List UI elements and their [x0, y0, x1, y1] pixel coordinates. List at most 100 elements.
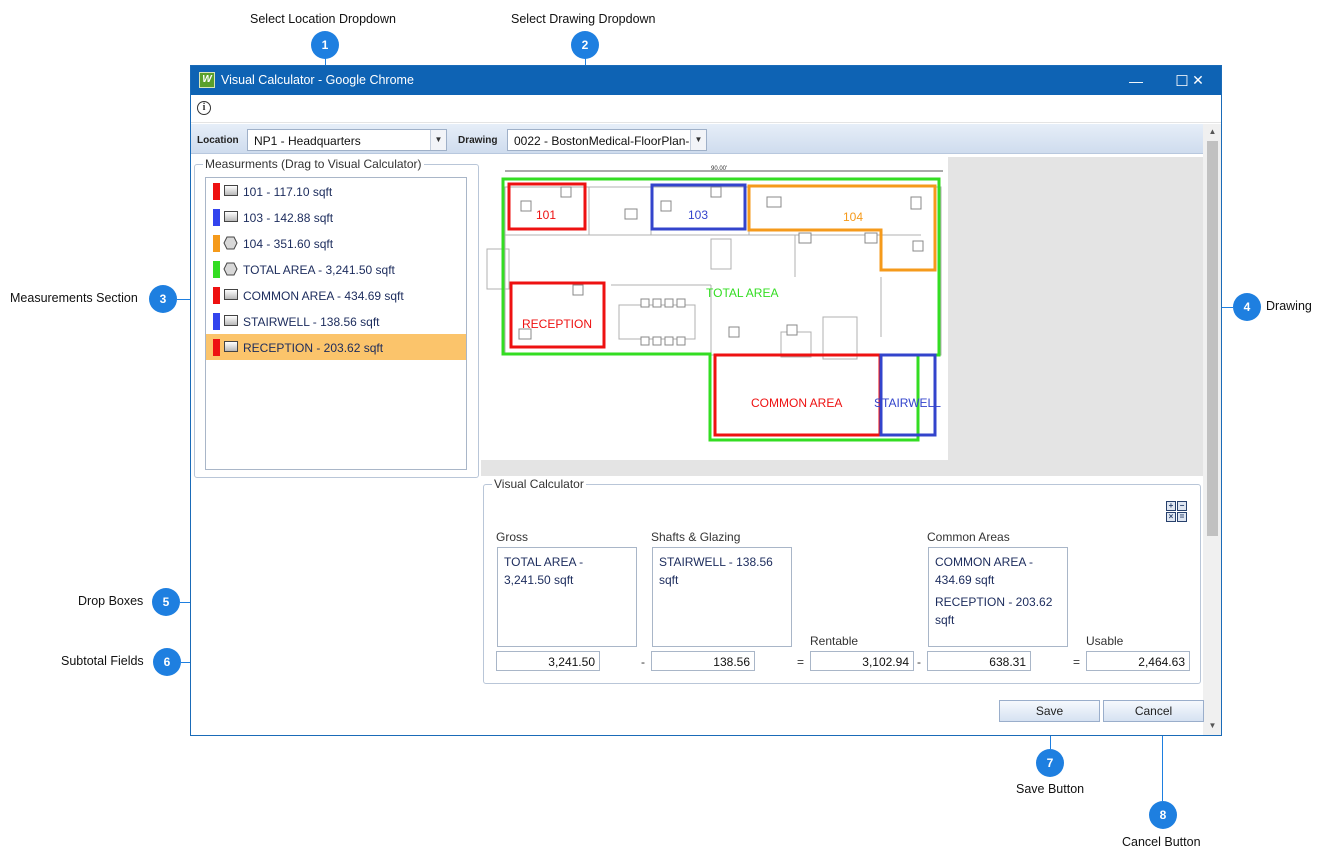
plus-icon[interactable]: + — [1166, 501, 1176, 511]
equals-operator: = — [797, 655, 805, 669]
location-label: Location — [197, 135, 239, 146]
measurement-label: RECEPTION - 203.62 sqft — [243, 341, 384, 355]
measurement-label: COMMON AREA - 434.69 sqft — [243, 289, 404, 303]
measurement-item[interactable]: TOTAL AREA - 3,241.50 sqft — [206, 256, 466, 282]
drawing-background — [948, 157, 1203, 460]
floor-plan-svg: 90.00' TOTAL AREA 101 103 104 RECEPTION … — [486, 166, 943, 442]
common-areas-label: Common Areas — [927, 530, 1010, 544]
callout-8-label: Cancel Button — [1122, 835, 1201, 849]
total-area-label: TOTAL AREA — [706, 286, 778, 300]
color-swatch — [213, 339, 220, 356]
callout-1-label: Select Location Dropdown — [250, 12, 396, 26]
measurements-list: 101 - 117.10 sqft 103 - 142.88 sqft 104 - … — [205, 177, 467, 470]
location-value: NP1 - Headquarters — [254, 134, 361, 148]
measurements-section: Measurments (Drag to Visual Calculator) … — [194, 157, 479, 478]
equals-icon[interactable]: = — [1177, 512, 1187, 522]
common-area-label: COMMON AREA — [751, 396, 842, 410]
minus-operator: - — [917, 655, 921, 669]
measurement-label: 103 - 142.88 sqft — [243, 211, 334, 225]
measurement-label: TOTAL AREA - 3,241.50 sqft — [243, 263, 395, 277]
multiply-icon[interactable]: × — [1166, 512, 1176, 522]
gross-drop-box[interactable]: TOTAL AREA - 3,241.50 sqft — [497, 547, 637, 647]
save-button[interactable]: Save — [999, 700, 1100, 722]
scroll-up-icon[interactable]: ▲ — [1203, 124, 1221, 140]
callout-6-label: Subtotal Fields — [61, 654, 144, 668]
room-104-label: 104 — [843, 210, 863, 224]
callout-1-badge: 1 — [311, 31, 339, 59]
room-101-outline — [507, 182, 587, 231]
drawing-dropdown[interactable]: 0022 - BostonMedical-FloorPlan- ▼ — [507, 129, 707, 151]
callout-3-label: Measurements Section — [10, 291, 138, 305]
measurement-item[interactable]: RECEPTION - 203.62 sqft — [206, 334, 466, 360]
cancel-button[interactable]: Cancel — [1103, 700, 1204, 722]
callout-4-label: Drawing — [1266, 299, 1312, 313]
title-bar[interactable]: W Visual Calculator - Google Chrome — ☐ … — [191, 66, 1221, 95]
rentable-field[interactable]: 3,102.94 — [810, 651, 914, 671]
stairwell-label: STAIRWELL — [874, 396, 941, 410]
measurement-label: 104 - 351.60 sqft — [243, 237, 334, 251]
drop-item[interactable]: COMMON AREA - 434.69 sqft — [935, 553, 1061, 589]
info-icon[interactable]: i — [197, 101, 211, 115]
shafts-glazing-label: Shafts & Glazing — [651, 530, 741, 544]
vertical-scrollbar[interactable]: ▲ ▼ — [1203, 124, 1221, 735]
window-title: Visual Calculator - Google Chrome — [221, 73, 414, 87]
polygon-shape-icon — [223, 236, 238, 250]
measurement-item[interactable]: 103 - 142.88 sqft — [206, 204, 466, 230]
rectangle-shape-icon — [224, 185, 238, 196]
location-dropdown[interactable]: NP1 - Headquarters ▼ — [247, 129, 447, 151]
measurement-item[interactable]: 101 - 117.10 sqft — [206, 178, 466, 204]
color-swatch — [213, 261, 220, 278]
measurement-item[interactable]: COMMON AREA - 434.69 sqft — [206, 282, 466, 308]
measurement-item[interactable]: 104 - 351.60 sqft — [206, 230, 466, 256]
measurement-label: 101 - 117.10 sqft — [243, 185, 333, 199]
visual-calculator-title: Visual Calculator — [492, 477, 586, 491]
rectangle-shape-icon — [224, 289, 238, 300]
visual-calculator-window: W Visual Calculator - Google Chrome — ☐ … — [190, 65, 1222, 736]
chevron-down-icon[interactable]: ▼ — [690, 130, 706, 150]
shafts-drop-box[interactable]: STAIRWELL - 138.56 sqft — [652, 547, 792, 647]
callout-4-badge: 4 — [1233, 293, 1261, 321]
callout-6-badge: 6 — [153, 648, 181, 676]
common-area-outline — [713, 353, 882, 437]
measurement-item[interactable]: STAIRWELL - 138.56 sqft — [206, 308, 466, 334]
rentable-label: Rentable — [810, 634, 859, 648]
shafts-subtotal-field[interactable]: 138.56 — [651, 651, 755, 671]
measurements-title: Measurments (Drag to Visual Calculator) — [203, 157, 424, 171]
usable-label: Usable — [1086, 634, 1124, 648]
measurement-label: STAIRWELL - 138.56 sqft — [243, 315, 380, 329]
common-areas-drop-box[interactable]: COMMON AREA - 434.69 sqft RECEPTION - 20… — [928, 547, 1068, 647]
equals-operator: = — [1073, 655, 1081, 669]
app-logo-icon: W — [199, 72, 215, 88]
callout-5-label: Drop Boxes — [78, 594, 144, 608]
rectangle-shape-icon — [224, 341, 238, 352]
usable-field[interactable]: 2,464.63 — [1086, 651, 1190, 671]
selection-toolbar: Location NP1 - Headquarters ▼ Drawing 00… — [191, 124, 1203, 154]
dimension-label: 90.00' — [711, 166, 727, 172]
callout-5-badge: 5 — [152, 588, 180, 616]
gross-subtotal-field[interactable]: 3,241.50 — [496, 651, 600, 671]
room-101-label: 101 — [536, 208, 556, 222]
callout-7-label: Save Button — [1016, 782, 1085, 796]
polygon-shape-icon — [223, 262, 238, 276]
minus-operator: - — [641, 655, 645, 669]
drawing-background-bottom — [481, 460, 1203, 476]
callout-2-label: Select Drawing Dropdown — [511, 12, 656, 26]
minus-icon[interactable]: − — [1177, 501, 1187, 511]
rectangle-shape-icon — [224, 315, 238, 326]
drop-item[interactable]: TOTAL AREA - 3,241.50 sqft — [504, 553, 630, 589]
color-swatch — [213, 313, 220, 330]
scroll-down-icon[interactable]: ▼ — [1203, 718, 1221, 734]
color-swatch — [213, 287, 220, 304]
chevron-down-icon[interactable]: ▼ — [430, 130, 446, 150]
room-103-label: 103 — [688, 208, 708, 222]
visual-calculator-section: Visual Calculator + − × = Gross Shafts &… — [483, 477, 1201, 684]
drop-item[interactable]: RECEPTION - 203.62 sqft — [935, 593, 1061, 629]
callout-2-badge: 2 — [571, 31, 599, 59]
minimize-icon[interactable]: — — [1113, 66, 1159, 95]
scroll-thumb[interactable] — [1207, 141, 1218, 536]
floor-plan-drawing[interactable]: 90.00' TOTAL AREA 101 103 104 RECEPTION … — [481, 157, 948, 460]
common-areas-subtotal-field[interactable]: 638.31 — [927, 651, 1031, 671]
close-icon[interactable]: ✕ — [1175, 66, 1221, 95]
color-swatch — [213, 209, 220, 226]
drop-item[interactable]: STAIRWELL - 138.56 sqft — [659, 553, 785, 589]
